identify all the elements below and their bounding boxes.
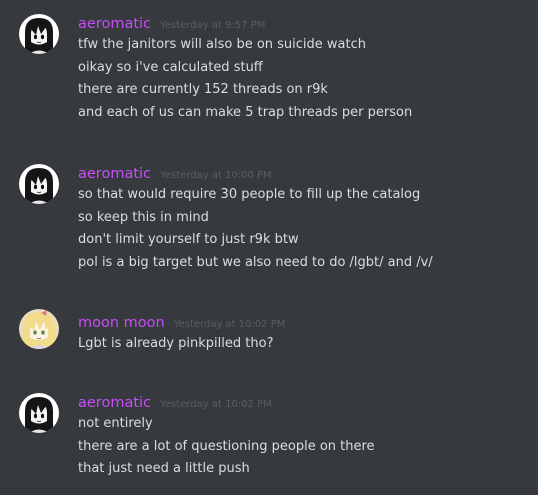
- message-content: so that would require 30 people to fill …: [78, 184, 433, 274]
- timestamp: Yesterday at 10:02 PM: [173, 319, 286, 330]
- anime-girl-bw-avatar-icon: [19, 14, 59, 54]
- avatar[interactable]: [19, 309, 59, 349]
- avatar[interactable]: [19, 14, 59, 54]
- anime-girl-bw-avatar-icon: [19, 164, 59, 204]
- message-line: pol is a big target but we also need to …: [78, 254, 433, 270]
- timestamp: Yesterday at 9:57 PM: [160, 20, 266, 31]
- message-header: moon moon Yesterday at 10:02 PM: [78, 312, 285, 332]
- anime-blonde-avatar-icon: [19, 309, 59, 349]
- avatar[interactable]: [19, 393, 59, 433]
- message-line: and each of us can make 5 trap threads p…: [78, 104, 413, 120]
- message-header: aeromatic Yesterday at 10:00 PM: [78, 163, 272, 183]
- message-line: that just need a little push: [78, 461, 250, 476]
- message-line: so keep this in mind: [78, 209, 209, 225]
- message-line: tfw the janitors will also be on suicide…: [78, 37, 366, 52]
- avatar[interactable]: [19, 164, 59, 204]
- username[interactable]: aeromatic: [78, 16, 151, 32]
- message-header: aeromatic Yesterday at 10:02 PM: [78, 392, 272, 412]
- message-line: don't limit yourself to just r9k btw: [78, 232, 299, 247]
- username[interactable]: moon moon: [78, 315, 165, 331]
- message-line: not entirely: [78, 416, 153, 431]
- message-line: there are currently 152 threads on r9k: [78, 82, 328, 97]
- message-content: tfw the janitors will also be on suicide…: [78, 34, 412, 124]
- username[interactable]: aeromatic: [78, 395, 151, 411]
- timestamp: Yesterday at 10:00 PM: [160, 170, 272, 181]
- message-content: not entirely there are a lot of question…: [78, 413, 375, 481]
- message-line: Lgbt is already pinkpilled tho?: [78, 336, 274, 351]
- message-line: so that would require 30 people to fill …: [78, 187, 421, 202]
- message-content: Lgbt is already pinkpilled tho?: [78, 333, 273, 356]
- anime-girl-bw-avatar-icon: [19, 393, 59, 433]
- chat-messages: aeromatic Yesterday at 9:57 PM tfw the j…: [0, 0, 538, 495]
- timestamp: Yesterday at 10:02 PM: [160, 399, 272, 410]
- message-line: there are a lot of questioning people on…: [78, 438, 375, 454]
- message-header: aeromatic Yesterday at 9:57 PM: [78, 13, 265, 33]
- username[interactable]: aeromatic: [78, 166, 151, 182]
- message-line: oikay so i've calculated stuff: [78, 59, 263, 75]
